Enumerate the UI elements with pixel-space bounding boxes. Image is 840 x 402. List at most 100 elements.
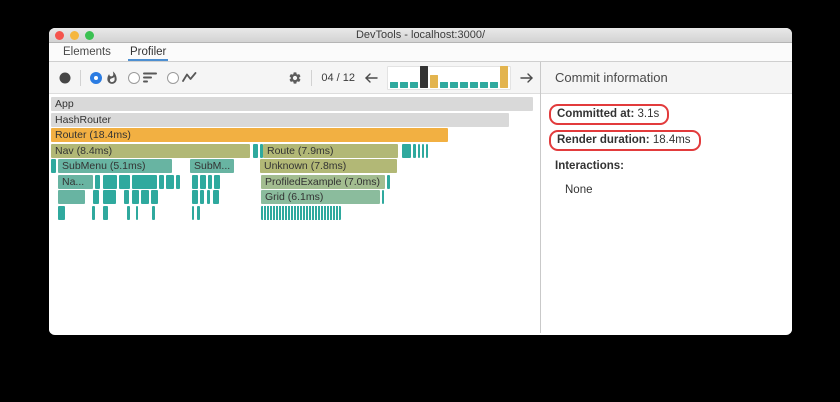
flame-bar-small[interactable] bbox=[141, 190, 149, 204]
toolbar-divider bbox=[311, 69, 313, 86]
flame-bar-label: ProfiledExample (7.0ms) bbox=[265, 175, 380, 188]
flame-bar-small[interactable] bbox=[200, 174, 206, 189]
flame-icon bbox=[107, 70, 117, 84]
flame-bar-small[interactable] bbox=[387, 174, 390, 189]
commit-bar[interactable] bbox=[450, 81, 458, 88]
render-duration-value: 18.4ms bbox=[652, 134, 691, 146]
flame-bar[interactable]: SubM... bbox=[190, 159, 234, 173]
flame-bar-small[interactable] bbox=[422, 143, 424, 158]
commit-bar[interactable] bbox=[390, 81, 398, 88]
flame-bar-small[interactable] bbox=[253, 143, 258, 158]
flame-bar[interactable]: Na... bbox=[58, 174, 93, 189]
flame-bar-small[interactable] bbox=[213, 190, 219, 204]
flame-bar-small[interactable] bbox=[261, 205, 341, 220]
flame-bar[interactable]: Nav (8.4ms) bbox=[51, 143, 250, 158]
flame-bar-small[interactable] bbox=[214, 174, 220, 189]
flame-bar-small[interactable] bbox=[402, 143, 411, 158]
commit-bar[interactable] bbox=[460, 81, 468, 88]
commit-bar[interactable] bbox=[500, 65, 508, 88]
commit-bar-selected[interactable] bbox=[420, 65, 428, 88]
flamegraph-view-option[interactable] bbox=[90, 70, 119, 85]
commit-info-panel: Commit information Committed at: 3.1s Re… bbox=[541, 62, 792, 333]
devtools-window: DevTools - localhost:3000/ Elements Prof… bbox=[49, 28, 792, 335]
flame-bar-small[interactable] bbox=[103, 190, 116, 204]
flame-bar-small[interactable] bbox=[124, 190, 129, 204]
flame-bar-small[interactable] bbox=[103, 174, 117, 189]
flame-bar-small[interactable] bbox=[200, 190, 204, 204]
commit-bar[interactable] bbox=[480, 81, 488, 88]
flame-chart: App HashRouter Router (18.4ms) Nav (8.4ms) R… bbox=[51, 97, 534, 333]
render-duration-annotation: Render duration: 18.4ms bbox=[549, 130, 701, 151]
flame-bar-small[interactable] bbox=[152, 205, 155, 220]
flame-bar[interactable]: App bbox=[51, 97, 533, 111]
flame-bar-small[interactable] bbox=[192, 190, 198, 204]
interactions-value: None bbox=[565, 184, 593, 196]
flame-bar-small[interactable] bbox=[166, 174, 174, 189]
flame-bar-small[interactable] bbox=[58, 205, 65, 220]
flame-bar-small[interactable] bbox=[197, 205, 200, 220]
flame-bar[interactable]: SubMenu (5.1ms) bbox=[58, 159, 172, 173]
flame-bar-small[interactable] bbox=[136, 205, 138, 220]
flame-bar[interactable]: Route (7.9ms) bbox=[263, 143, 398, 158]
commit-selector-chart[interactable] bbox=[387, 65, 511, 90]
record-button[interactable] bbox=[59, 72, 71, 84]
flame-bar-label: Route (7.9ms) bbox=[267, 144, 334, 157]
flame-bar[interactable]: Router (18.4ms) bbox=[51, 128, 448, 142]
ranked-view-option[interactable] bbox=[128, 71, 158, 84]
commit-bar[interactable] bbox=[430, 74, 438, 88]
flame-bar-small[interactable] bbox=[103, 205, 108, 220]
flame-bar-small[interactable] bbox=[382, 190, 384, 204]
commit-bar[interactable] bbox=[490, 81, 498, 88]
commit-info-header: Commit information bbox=[541, 62, 792, 94]
flame-bar-label: SubM... bbox=[194, 160, 231, 172]
flame-bar-small[interactable] bbox=[132, 174, 157, 189]
interactions-view-option[interactable] bbox=[167, 71, 197, 84]
ranked-bars-icon bbox=[143, 72, 157, 83]
flame-bar[interactable]: HashRouter bbox=[51, 112, 509, 127]
flame-bar-small[interactable] bbox=[93, 190, 99, 204]
flame-bar-small[interactable] bbox=[208, 174, 212, 189]
flamegraph-radio[interactable] bbox=[90, 71, 102, 84]
flame-bar-small[interactable] bbox=[119, 174, 130, 189]
flame-bar-small[interactable] bbox=[132, 190, 139, 204]
flame-bar-label: Nav (8.4ms) bbox=[55, 144, 113, 157]
flame-bar-small[interactable] bbox=[207, 190, 210, 204]
ranked-radio[interactable] bbox=[128, 71, 140, 84]
commit-bar[interactable] bbox=[440, 81, 448, 88]
flame-bar[interactable]: Grid (6.1ms) bbox=[261, 190, 380, 204]
flame-bar-small[interactable] bbox=[58, 190, 85, 204]
flame-bar[interactable]: ProfiledExample (7.0ms) bbox=[261, 174, 385, 189]
prev-commit-button[interactable] bbox=[364, 72, 378, 84]
flame-bar-small[interactable] bbox=[192, 174, 198, 189]
interactions-radio[interactable] bbox=[167, 71, 179, 84]
commit-bar[interactable] bbox=[400, 81, 408, 88]
profiler-toolbar: 04 / 12 bbox=[49, 62, 540, 94]
flame-bar-small[interactable] bbox=[176, 174, 180, 189]
flame-bar-label: Unknown (7.8ms) bbox=[264, 160, 347, 172]
tab-bar: Elements Profiler bbox=[49, 43, 792, 62]
flame-bar-small[interactable] bbox=[192, 205, 194, 220]
tab-profiler[interactable]: Profiler bbox=[127, 46, 169, 61]
flame-bar-small[interactable] bbox=[127, 205, 130, 220]
titlebar[interactable]: DevTools - localhost:3000/ bbox=[49, 28, 792, 43]
commit-bar[interactable] bbox=[470, 81, 478, 88]
flame-bar[interactable]: Unknown (7.8ms) bbox=[260, 159, 397, 173]
tab-elements[interactable]: Elements bbox=[61, 46, 113, 61]
committed-at-label: Committed at: bbox=[557, 108, 635, 120]
commit-bar[interactable] bbox=[410, 81, 418, 88]
flame-bar-small[interactable] bbox=[426, 143, 428, 158]
flame-bar-small[interactable] bbox=[51, 159, 56, 173]
flame-bar-small[interactable] bbox=[413, 143, 416, 158]
flame-bar-small[interactable] bbox=[418, 143, 420, 158]
flame-bar-small[interactable] bbox=[92, 205, 95, 220]
settings-button[interactable] bbox=[288, 71, 302, 85]
flame-bar-label: HashRouter bbox=[55, 113, 112, 126]
toolbar-divider bbox=[80, 69, 81, 86]
flame-bar-label: Router (18.4ms) bbox=[55, 129, 131, 141]
next-commit-button[interactable] bbox=[520, 72, 534, 84]
flame-bar-small[interactable] bbox=[95, 174, 100, 189]
screenshot-stage: DevTools - localhost:3000/ Elements Prof… bbox=[0, 0, 840, 402]
flame-bar-small[interactable] bbox=[151, 190, 158, 204]
flame-bar-small[interactable] bbox=[159, 174, 164, 189]
interactions-label: Interactions: bbox=[555, 160, 625, 172]
